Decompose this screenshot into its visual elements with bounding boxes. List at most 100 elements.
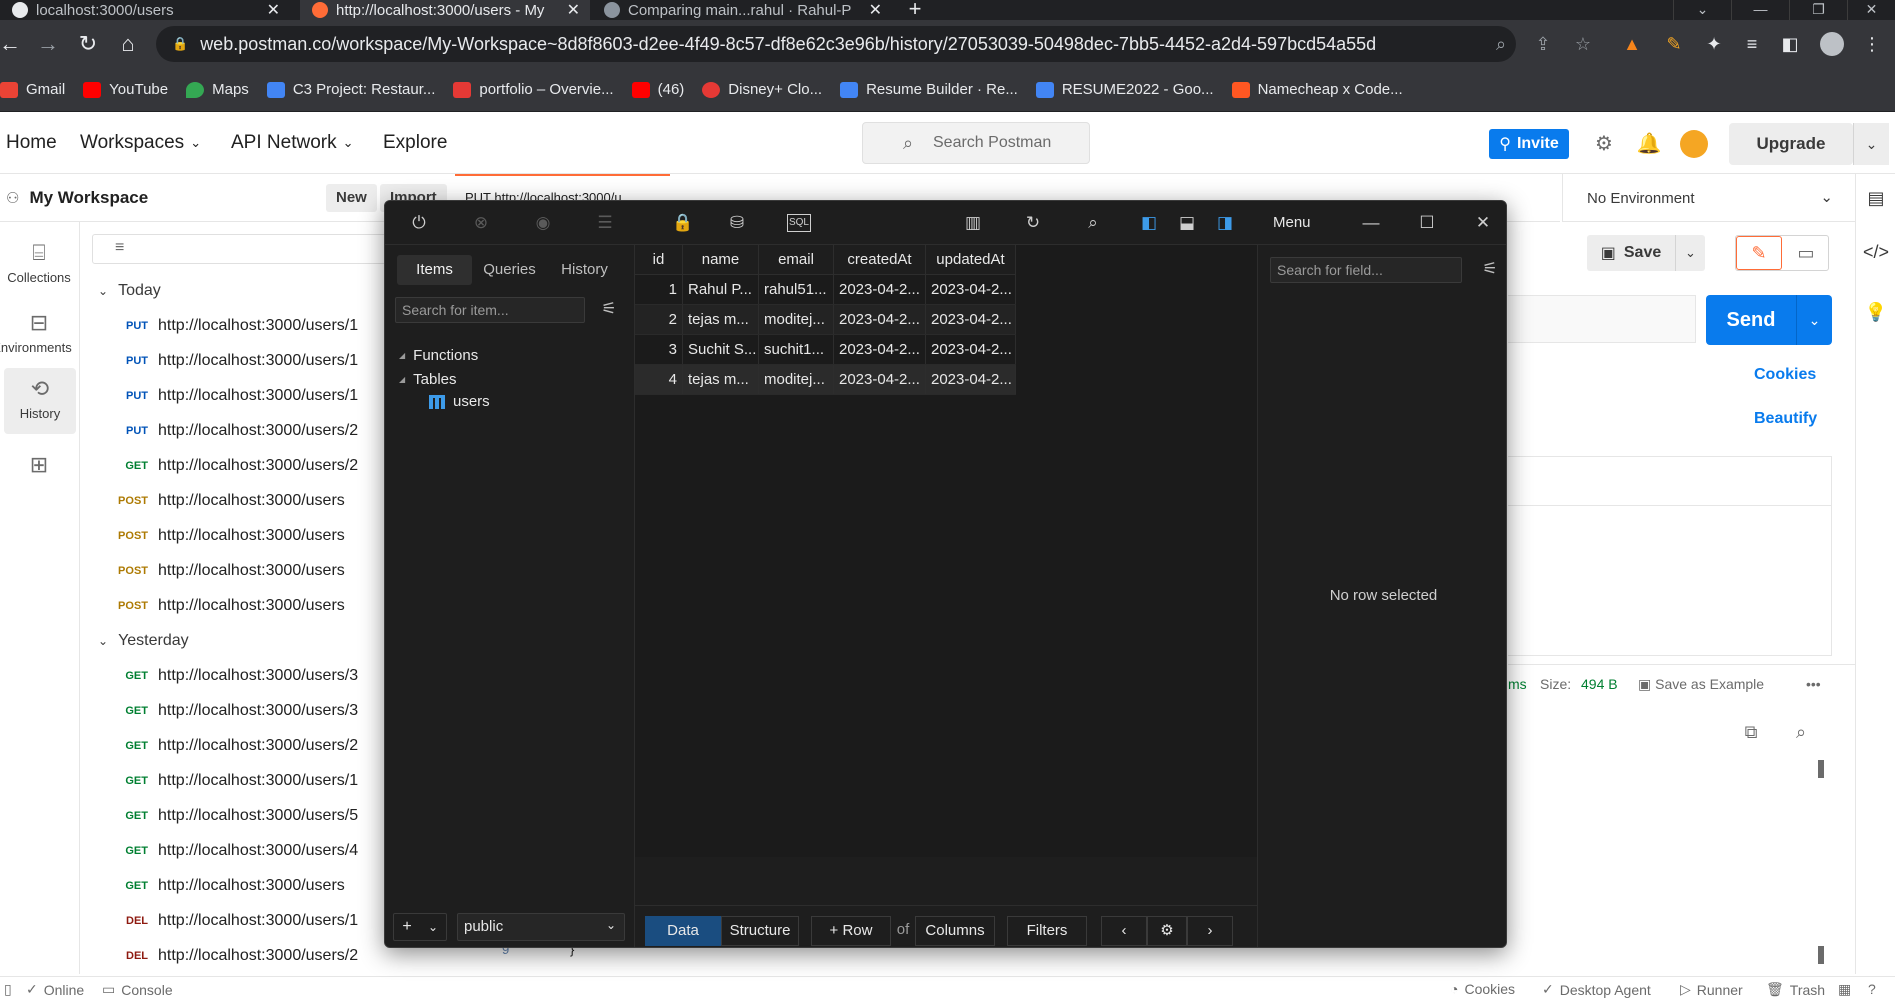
save-dropdown-button[interactable]: ⌄	[1675, 235, 1705, 271]
address-url[interactable]: web.postman.co/workspace/My-Workspace~8d…	[200, 34, 1376, 55]
bookmark-resume2022[interactable]: RESUME2022 - Goo...	[1035, 81, 1214, 98]
environment-selector[interactable]: No Environment ⌄	[1562, 174, 1855, 222]
cell-name[interactable]: tejas m...	[683, 305, 759, 334]
request-body-editor[interactable]	[1508, 456, 1832, 656]
bookmark-maps[interactable]: Maps	[186, 81, 249, 98]
scrollbar-thumb[interactable]	[1818, 760, 1824, 778]
sql-icon[interactable]: SQL	[787, 214, 811, 232]
connection-icon[interactable]: ⏻	[407, 211, 431, 235]
sidebar-item-environments[interactable]: ⊟ Environments	[0, 302, 78, 368]
layout-toggle-icon[interactable]: ▯	[4, 981, 12, 998]
cell-updatedat[interactable]: 2023-04-2...	[926, 275, 1016, 304]
column-header-createdat[interactable]: createdAt	[834, 245, 926, 274]
share-icon[interactable]: ⇪	[1532, 33, 1554, 55]
metrics-chart-icon[interactable]: ▥	[961, 211, 985, 235]
browser-tab-localhost[interactable]: localhost:3000/users ✕	[0, 0, 290, 20]
beautify-link[interactable]: Beautify	[1754, 410, 1817, 428]
refresh-icon[interactable]: ↻	[1021, 211, 1045, 235]
nav-workspaces[interactable]: Workspaces ⌄	[80, 132, 201, 154]
minimize-window-button[interactable]: —	[1731, 0, 1789, 20]
save-example-button[interactable]: ▣ Save as Example	[1638, 676, 1764, 693]
cell-createdat[interactable]: 2023-04-2...	[834, 335, 926, 364]
bookmark-c3-project[interactable]: C3 Project: Restaur...	[266, 81, 435, 98]
comment-icon[interactable]: ▭	[1784, 236, 1828, 270]
pencil-icon[interactable]: ✎	[1736, 236, 1782, 270]
more-options-icon[interactable]: •••	[1806, 676, 1821, 692]
search-icon[interactable]: ⌕	[1788, 722, 1814, 748]
tab-queries[interactable]: Queries	[472, 255, 547, 285]
online-status[interactable]: ✓ Online	[26, 981, 84, 998]
cell-name[interactable]: tejas m...	[683, 365, 759, 394]
home-icon[interactable]: ⌂	[114, 30, 142, 58]
desktop-agent-button[interactable]: ✓ Desktop Agent	[1542, 981, 1651, 998]
close-icon[interactable]: ✕	[1471, 211, 1495, 235]
bookmark-star-icon[interactable]: ☆	[1572, 33, 1594, 55]
save-button[interactable]: ▣ Save	[1587, 235, 1675, 271]
code-icon[interactable]: </>	[1862, 238, 1890, 266]
back-icon[interactable]: ←	[0, 30, 24, 58]
cell-email[interactable]: moditej...	[759, 305, 834, 334]
address-bar[interactable]: 🔒 web.postman.co/workspace/My-Workspace~…	[156, 26, 1516, 62]
scrollbar-thumb[interactable]	[1818, 946, 1824, 964]
help-icon[interactable]: ?	[1868, 981, 1876, 997]
sidebar-item-collections[interactable]: ⌸ Collections	[0, 232, 78, 298]
send-dropdown-button[interactable]: ⌄	[1796, 295, 1832, 345]
table-row[interactable]: 1 Rahul P... rahul51... 2023-04-2... 202…	[635, 275, 1016, 305]
cell-createdat[interactable]: 2023-04-2...	[834, 275, 926, 304]
copy-icon[interactable]: ⧉	[1738, 722, 1764, 748]
cell-email[interactable]: suchit1...	[759, 335, 834, 364]
tree-item-functions[interactable]: ◢ Functions	[399, 347, 478, 364]
disconnect-icon[interactable]: ⊗	[469, 211, 493, 235]
browser-tab-github[interactable]: Comparing main...rahul · Rahul-P ✕	[592, 0, 892, 20]
kebab-menu-icon[interactable]: ⋮	[1860, 32, 1884, 56]
send-button[interactable]: Send	[1706, 295, 1796, 345]
nav-explore[interactable]: Explore	[383, 132, 447, 154]
notifications-bell-icon[interactable]: 🔔	[1635, 130, 1663, 158]
nav-home[interactable]: Home	[6, 132, 57, 154]
cell-updatedat[interactable]: 2023-04-2...	[926, 365, 1016, 394]
lock-icon[interactable]: 🔒	[671, 211, 695, 235]
column-header-email[interactable]: email	[759, 245, 834, 274]
trash-button[interactable]: 🗑 Trash	[1766, 981, 1825, 998]
bottom-panel-toggle-icon[interactable]: ⬓	[1175, 211, 1199, 235]
minimize-icon[interactable]: —	[1359, 211, 1383, 235]
cookies-link[interactable]: Cookies	[1754, 366, 1816, 384]
lightbulb-icon[interactable]: 💡	[1862, 298, 1890, 326]
log-icon[interactable]: ☰	[593, 211, 617, 235]
cell-email[interactable]: rahul51...	[759, 275, 834, 304]
data-tab-button[interactable]: Data	[645, 916, 721, 946]
cell-id[interactable]: 1	[635, 275, 683, 304]
bookmark-resume-builder[interactable]: Resume Builder · Re...	[840, 81, 1018, 98]
db-item-search-input[interactable]: Search for item...	[395, 297, 585, 323]
close-tab-icon[interactable]: ✕	[267, 0, 280, 20]
cell-name[interactable]: Rahul P...	[683, 275, 759, 304]
bookmark-disney[interactable]: Disney+ Clo...	[702, 81, 822, 98]
field-search-input[interactable]: Search for field...	[1270, 257, 1462, 283]
bookmark-gmail[interactable]: Gmail	[0, 81, 65, 98]
tab-search-icon[interactable]: ⌄	[1673, 0, 1731, 20]
close-tab-icon[interactable]: ✕	[869, 0, 882, 20]
settings-gear-icon[interactable]: ⚙	[1147, 916, 1187, 946]
filters-button[interactable]: Filters	[1007, 916, 1087, 946]
close-tab-icon[interactable]: ✕	[567, 0, 580, 20]
bookmark-youtube-46[interactable]: (46)	[631, 81, 684, 98]
cell-id[interactable]: 3	[635, 335, 683, 364]
zoom-icon[interactable]: ⌕	[1490, 33, 1512, 55]
right-panel-toggle-icon[interactable]: ◨	[1213, 211, 1237, 235]
structure-tab-button[interactable]: Structure	[721, 916, 799, 946]
cell-updatedat[interactable]: 2023-04-2...	[926, 305, 1016, 334]
bookmark-youtube[interactable]: YouTube	[83, 81, 168, 98]
cell-name[interactable]: Suchit S...	[683, 335, 759, 364]
request-url-input[interactable]	[1508, 295, 1696, 343]
reload-icon[interactable]: ↻	[74, 30, 102, 58]
new-tab-button[interactable]: +	[900, 0, 930, 20]
tab-items[interactable]: Items	[397, 255, 472, 285]
column-header-name[interactable]: name	[683, 245, 759, 274]
browser-tab-postman[interactable]: http://localhost:3000/users - My ✕	[300, 0, 590, 20]
extensions-icon[interactable]: ✦	[1702, 32, 1726, 56]
cell-email[interactable]: moditej...	[759, 365, 834, 394]
maximize-icon[interactable]: ☐	[1415, 211, 1439, 235]
bookmark-namecheap[interactable]: Namecheap x Code...	[1231, 81, 1403, 98]
environment-quick-look-icon[interactable]: ▤	[1862, 184, 1890, 212]
cell-updatedat[interactable]: 2023-04-2...	[926, 335, 1016, 364]
